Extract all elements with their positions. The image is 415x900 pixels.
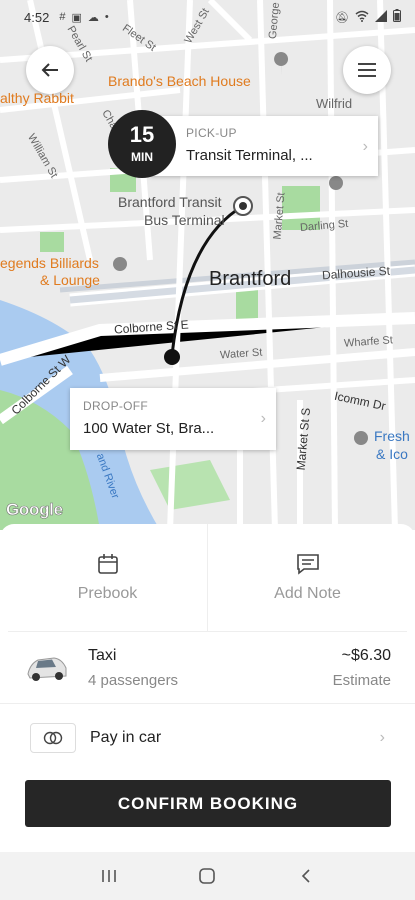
chevron-right-icon: › [379, 729, 385, 746]
poi-brandos[interactable]: Brando's Beach House [108, 73, 251, 89]
dropoff-card[interactable]: DROP-OFF 100 Water St, Bra... › [70, 388, 276, 450]
back-nav-button[interactable] [286, 856, 326, 896]
car-icon [27, 656, 67, 681]
menu-button[interactable] [343, 46, 391, 94]
eta-unit: MIN [131, 150, 153, 164]
mute-icon: 🔕︎ [335, 11, 349, 24]
arrow-left-icon [41, 63, 58, 77]
home-button[interactable] [187, 856, 227, 896]
dropoff-address: 100 Water St, Bra... [83, 420, 215, 437]
map-label-wilfrid: Wilfrid [316, 96, 353, 111]
note-icon [296, 553, 319, 575]
city-label: Brantford [209, 268, 292, 290]
status-bar: 4:52 # ▣ ☁ • 🔕︎ [0, 0, 415, 34]
poi-billiards-line2[interactable]: & Lounge [40, 272, 100, 288]
image-icon: ▣ [71, 11, 82, 24]
actions-row: Prebook Add Note [8, 524, 407, 632]
recent-apps-icon [102, 870, 116, 882]
eta-number: 15 [129, 122, 155, 147]
hashtag-icon: # [59, 11, 66, 23]
pickup-card[interactable]: PICK-UP Transit Terminal, ... › [150, 116, 378, 176]
system-nav-bar [0, 852, 415, 900]
status-time: 4:52 [24, 9, 50, 25]
battery-icon [393, 9, 401, 25]
confirm-booking-button[interactable]: CONFIRM BOOKING [25, 780, 391, 827]
poi-rabbit[interactable]: althy Rabbit [0, 90, 74, 106]
chevron-right-icon: › [362, 138, 368, 155]
vehicle-name: Taxi [88, 646, 117, 664]
poi-billiards-line1[interactable]: egends Billiards [0, 255, 99, 271]
pickup-address: Transit Terminal, ... [186, 147, 313, 164]
status-left-icons: # ▣ ☁ • [59, 11, 108, 24]
chevron-right-icon: › [260, 410, 266, 427]
poi-fresh-line2[interactable]: & Ico [376, 446, 408, 462]
add-note-button[interactable]: Add Note [207, 524, 407, 631]
back-button[interactable] [26, 46, 74, 94]
add-note-label: Add Note [274, 584, 341, 602]
poi-terminal-line1[interactable]: Brantford Transit [118, 194, 222, 210]
vehicle-passengers: 4 passengers [88, 671, 179, 689]
pickup-caption: PICK-UP [186, 126, 237, 140]
recent-apps-button[interactable] [89, 856, 129, 896]
home-icon [199, 868, 216, 884]
cloud-icon: ☁ [87, 11, 99, 24]
booking-sheet: Prebook Add Note Taxi 4 passengers ~$6.3… [0, 524, 415, 852]
payment-label: Pay in car [90, 729, 162, 746]
cash-icon [30, 723, 76, 753]
prebook-label: Prebook [77, 584, 138, 602]
payment-method-row[interactable]: Pay in car › [0, 704, 415, 772]
dot-icon: • [104, 11, 109, 23]
chevron-left-icon [301, 869, 310, 883]
status-right-icons: 🔕︎ [335, 9, 401, 25]
google-logo: Google [6, 500, 64, 520]
hamburger-menu-icon [358, 63, 376, 77]
vehicle-option[interactable]: Taxi 4 passengers ~$6.30 Estimate [0, 632, 415, 704]
wifi-icon [355, 10, 369, 25]
prebook-button[interactable]: Prebook [8, 524, 207, 631]
signal-icon [375, 9, 387, 25]
poi-fresh-line1[interactable]: Fresh [374, 428, 410, 444]
eta-badge: 15 MIN [108, 110, 176, 178]
dropoff-caption: DROP-OFF [83, 399, 149, 413]
poi-terminal-line2[interactable]: Bus Terminal [144, 212, 225, 228]
price-value: ~$6.30 [341, 646, 391, 664]
price-note: Estimate [332, 671, 391, 689]
calendar-icon [97, 553, 118, 574]
